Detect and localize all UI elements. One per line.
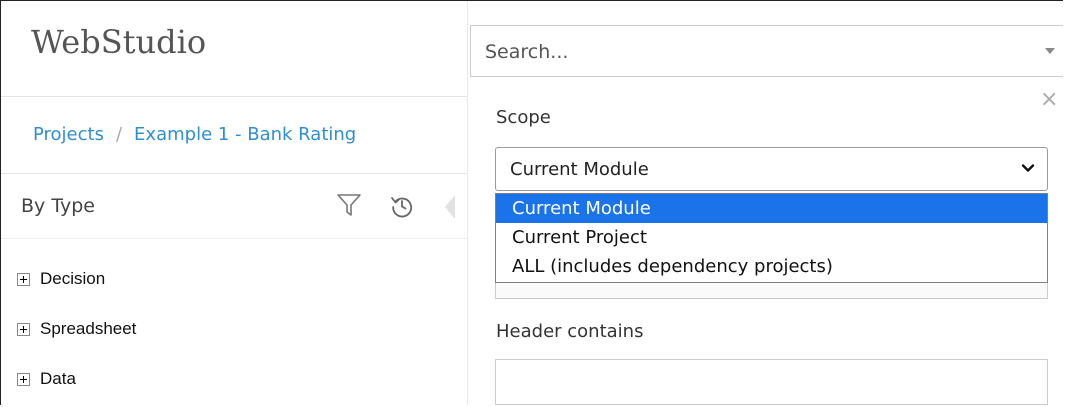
header-contains-input[interactable] — [495, 359, 1048, 405]
scope-option-current-project[interactable]: Current Project — [496, 223, 1047, 252]
history-icon[interactable] — [389, 193, 415, 219]
collapse-panel-arrow-icon[interactable] — [445, 195, 455, 219]
breadcrumb-separator: / — [115, 124, 123, 145]
app-window: WebStudio Projects / Example 1 - Bank Rati… — [0, 0, 1063, 405]
scope-dropdown-list: Current Module Current Project ALL (incl… — [495, 193, 1048, 283]
divider — [1, 96, 467, 97]
breadcrumb-projects-link[interactable]: Projects — [33, 124, 104, 145]
tree-item-label: Decision — [40, 269, 106, 288]
divider — [1, 238, 467, 239]
panel-divider — [467, 1, 468, 405]
chevron-down-icon — [1021, 164, 1035, 172]
tree-item-decision[interactable]: Decision — [17, 269, 105, 289]
breadcrumb: Projects / Example 1 - Bank Rating — [33, 124, 356, 145]
tree-item-label: Spreadsheet — [40, 319, 137, 338]
breadcrumb-project-link[interactable]: Example 1 - Bank Rating — [134, 124, 356, 145]
tree-item-label: Data — [40, 369, 76, 388]
search-box[interactable] — [470, 25, 1063, 77]
scope-option-current-module[interactable]: Current Module — [496, 194, 1047, 223]
header-contains-label: Header contains — [496, 321, 644, 342]
tree-item-spreadsheet[interactable]: Spreadsheet — [17, 319, 136, 339]
filter-icon[interactable] — [336, 192, 362, 218]
expand-plus-icon[interactable] — [17, 322, 30, 336]
divider — [1, 173, 467, 174]
scope-option-all[interactable]: ALL (includes dependency projects) — [496, 252, 1047, 281]
scope-label: Scope — [496, 107, 551, 128]
search-dropdown-caret-icon[interactable] — [1045, 48, 1055, 54]
view-mode-label[interactable]: By Type — [21, 195, 95, 217]
close-icon[interactable]: × — [1040, 89, 1058, 111]
expand-plus-icon[interactable] — [17, 372, 30, 386]
search-input[interactable] — [485, 38, 1005, 66]
expand-plus-icon[interactable] — [17, 272, 30, 286]
tree-item-data[interactable]: Data — [17, 369, 76, 389]
app-title: WebStudio — [31, 23, 207, 61]
scope-select[interactable]: Current Module — [495, 147, 1048, 191]
left-panel: WebStudio Projects / Example 1 - Bank Rati… — [1, 1, 467, 405]
scope-select-value: Current Module — [510, 159, 649, 180]
